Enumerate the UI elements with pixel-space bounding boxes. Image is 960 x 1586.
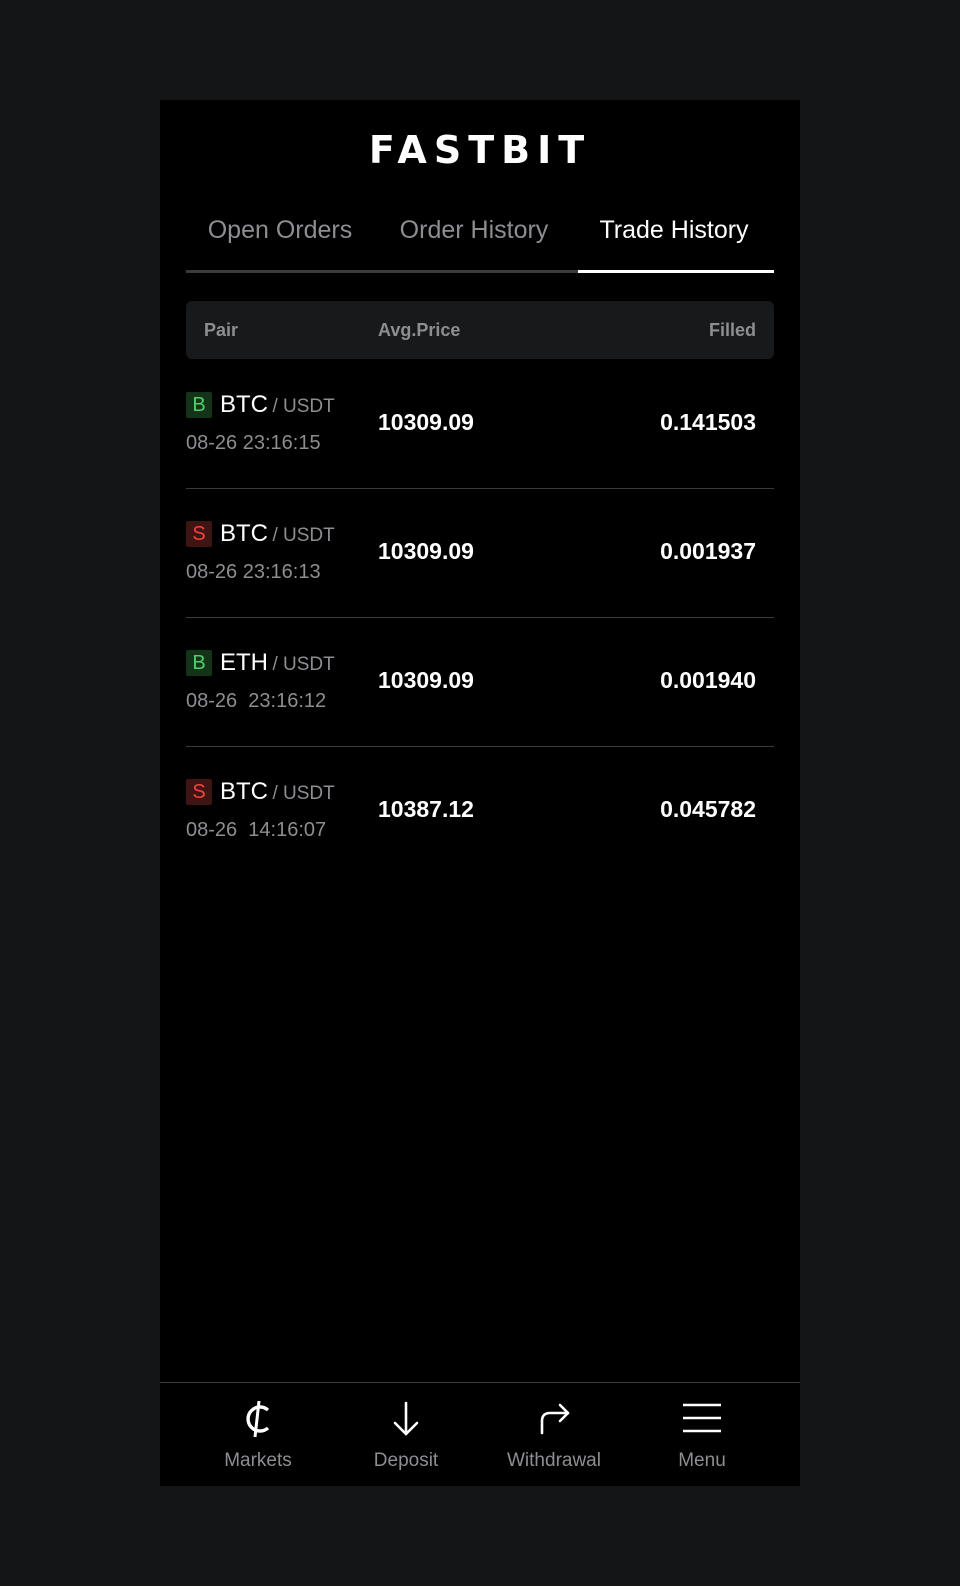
trade-list: B BTC / USDT 08-26 23:16:15 10309.09 0.1…: [186, 360, 774, 875]
trade-time: 08-26 23:16:12: [186, 690, 327, 712]
tab-trade-history[interactable]: Trade History: [574, 210, 774, 270]
sell-badge: S: [186, 779, 212, 805]
nav-deposit[interactable]: Deposit: [332, 1383, 480, 1486]
cedi-currency-icon: [246, 1400, 270, 1438]
nav-menu-label: Menu: [678, 1450, 726, 1471]
trade-row[interactable]: B ETH / USDT 08-26 23:16:12 10309.09 0.0…: [186, 618, 774, 747]
avg-price: 10309.09: [378, 667, 474, 693]
buy-badge: B: [186, 392, 212, 418]
tab-open-orders[interactable]: Open Orders: [186, 210, 374, 270]
nav-markets[interactable]: Markets: [184, 1383, 332, 1486]
base-currency: BTC: [220, 391, 268, 418]
filled-amount: 0.001940: [660, 667, 756, 693]
trade-time: 08-26 14:16:07: [186, 819, 327, 841]
bottom-navigation: Markets Deposit Withdrawal Menu: [160, 1382, 800, 1486]
nav-markets-label: Markets: [224, 1450, 292, 1471]
active-tab-indicator: [578, 270, 774, 273]
trade-time: 08-26 23:16:13: [186, 561, 321, 583]
quote-currency: / USDT: [272, 654, 335, 675]
filled-amount: 0.001937: [660, 538, 756, 564]
sell-badge: S: [186, 521, 212, 547]
table-header: Pair Avg.Price Filled: [186, 301, 774, 359]
nav-menu[interactable]: Menu: [628, 1383, 776, 1486]
quote-currency: / USDT: [272, 525, 335, 546]
avg-price: 10309.09: [378, 538, 474, 564]
quote-currency: / USDT: [272, 396, 335, 417]
trade-row[interactable]: S BTC / USDT 08-26 14:16:07 10387.12 0.0…: [186, 747, 774, 875]
buy-badge: B: [186, 650, 212, 676]
trade-pair: BTC / USDT: [220, 519, 335, 552]
trade-row[interactable]: S BTC / USDT 08-26 23:16:13 10309.09 0.0…: [186, 489, 774, 618]
nav-withdrawal[interactable]: Withdrawal: [480, 1383, 628, 1486]
avg-price: 10387.12: [378, 796, 474, 822]
share-arrow-icon: [540, 1403, 570, 1435]
brand-logo: FASTBIT: [368, 128, 592, 172]
arrow-down-icon: [393, 1401, 419, 1436]
trade-pair: BTC / USDT: [220, 390, 335, 423]
trade-pair: BTC / USDT: [220, 777, 335, 810]
app-screen: FASTBIT Open Orders Order History Trade …: [160, 100, 800, 1486]
quote-currency: / USDT: [272, 783, 335, 804]
hamburger-menu-icon: [683, 1403, 721, 1433]
nav-withdrawal-label: Withdrawal: [507, 1450, 601, 1471]
base-currency: ETH: [220, 649, 268, 676]
trade-row[interactable]: B BTC / USDT 08-26 23:16:15 10309.09 0.1…: [186, 360, 774, 489]
base-currency: BTC: [220, 778, 268, 805]
avg-price: 10309.09: [378, 409, 474, 435]
trade-time: 08-26 23:16:15: [186, 432, 321, 454]
tab-order-history[interactable]: Order History: [374, 210, 574, 270]
trade-pair: ETH / USDT: [220, 648, 335, 681]
filled-amount: 0.141503: [660, 409, 756, 435]
header-pair: Pair: [204, 320, 239, 340]
order-tabs: Open Orders Order History Trade History: [186, 210, 774, 273]
nav-deposit-label: Deposit: [373, 1450, 439, 1471]
header-avg-price: Avg.Price: [378, 320, 461, 340]
filled-amount: 0.045782: [660, 796, 756, 822]
base-currency: BTC: [220, 520, 268, 547]
header-filled: Filled: [708, 320, 756, 340]
